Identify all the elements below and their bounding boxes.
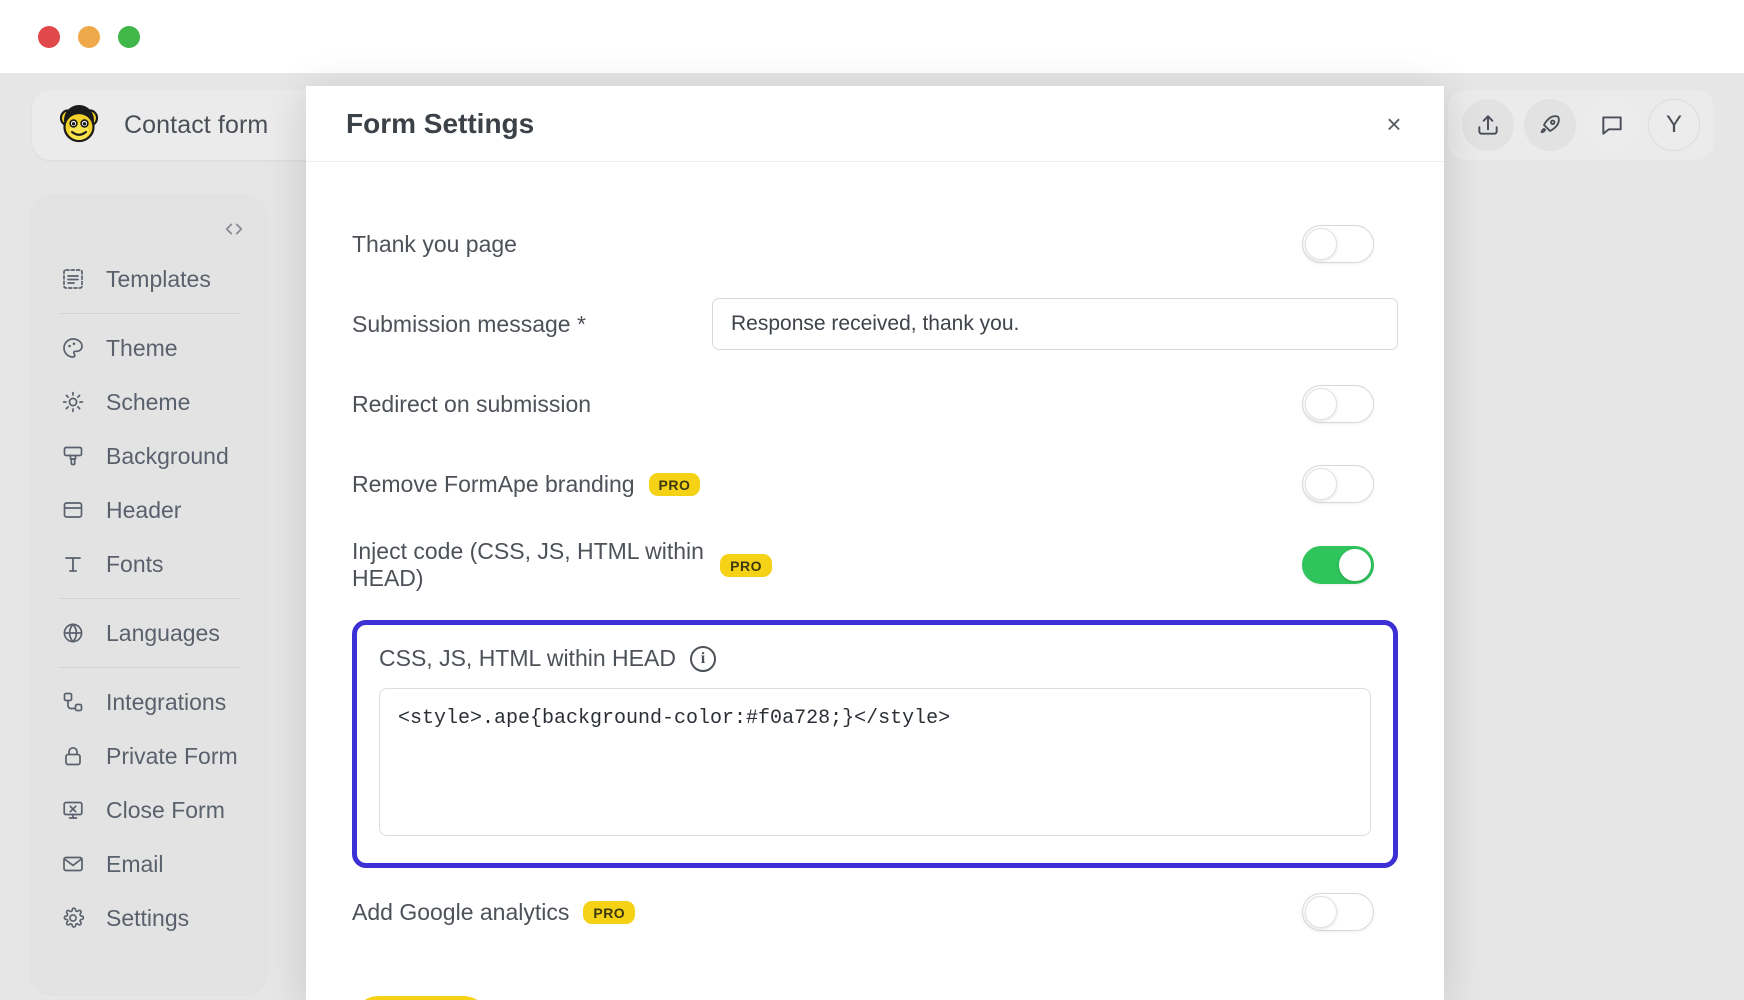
inject-code-toggle[interactable]	[1302, 546, 1374, 584]
modal-header: Form Settings ×	[306, 86, 1444, 162]
setting-label-text: Inject code (CSS, JS, HTML within HEAD)	[352, 538, 704, 591]
sidebar-item-close-form[interactable]: Close Form	[30, 783, 267, 837]
form-title-label: Contact form	[124, 110, 269, 139]
app-window: Contact form Y Templates Theme Scheme Ba…	[0, 0, 1744, 1000]
save-button[interactable]: Save	[352, 996, 490, 1000]
globe-icon	[60, 620, 86, 646]
setting-label-text: Add Google analytics	[352, 898, 570, 925]
sidebar-item-private-form[interactable]: Private Form	[30, 729, 267, 783]
code-field-label-text: CSS, JS, HTML within HEAD	[379, 645, 676, 671]
setting-label: Inject code (CSS, JS, HTML within HEAD) …	[352, 538, 772, 592]
sidebar-item-label: Close Form	[106, 796, 225, 823]
info-icon[interactable]: i	[689, 645, 716, 672]
app-body: Contact form Y Templates Theme Scheme Ba…	[0, 74, 1744, 1000]
sidebar-item-languages[interactable]: Languages	[30, 606, 267, 660]
form-title-chip[interactable]: Contact form	[32, 90, 322, 160]
code-field-label: CSS, JS, HTML within HEAD i	[379, 645, 1371, 672]
share-icon[interactable]	[1462, 99, 1514, 151]
sidebar-item-label: Email	[106, 850, 164, 877]
rocket-icon[interactable]	[1524, 99, 1576, 151]
setting-row-submission-message: Submission message *	[352, 298, 1398, 350]
text-icon	[60, 551, 86, 577]
close-icon[interactable]: ×	[1378, 108, 1410, 140]
lock-icon	[60, 743, 86, 769]
envelope-icon	[60, 851, 86, 877]
comment-icon[interactable]	[1586, 99, 1638, 151]
integrations-icon	[60, 689, 86, 715]
sidebar-item-label: Languages	[106, 619, 220, 646]
zoom-window-button[interactable]	[118, 25, 140, 48]
header-icon	[60, 497, 86, 523]
toolbar-actions: Y	[1448, 90, 1714, 160]
sidebar-item-label: Settings	[106, 904, 190, 931]
window-traffic-lights	[38, 25, 140, 48]
minimize-window-button[interactable]	[78, 25, 100, 48]
google-analytics-toggle[interactable]	[1302, 893, 1374, 931]
templates-icon	[60, 266, 86, 292]
setting-label-text: Remove FormApe branding	[352, 470, 635, 497]
setting-label: Redirect on submission	[352, 390, 592, 417]
sidebar-item-templates[interactable]: Templates	[30, 252, 267, 306]
setting-label: Add Google analytics PRO	[352, 899, 772, 926]
redirect-on-submission-toggle[interactable]	[1302, 385, 1374, 423]
form-settings-modal: Form Settings × Thank you page Submissio…	[306, 86, 1444, 1000]
page-title: Form Settings	[346, 107, 535, 139]
thank-you-page-toggle[interactable]	[1302, 225, 1374, 263]
pro-badge: PRO	[720, 553, 772, 577]
window-titlebar	[0, 0, 1744, 74]
sidebar-item-label: Fonts	[106, 550, 164, 577]
sidebar-item-theme[interactable]: Theme	[30, 321, 267, 375]
sun-icon	[60, 389, 86, 415]
user-avatar[interactable]: Y	[1648, 99, 1700, 151]
sidebar-item-integrations[interactable]: Integrations	[30, 675, 267, 729]
setting-row-google-analytics: Add Google analytics PRO	[352, 886, 1398, 938]
sidebar-item-label: Theme	[106, 334, 178, 361]
pro-badge: PRO	[583, 900, 636, 924]
palette-icon	[60, 335, 86, 361]
gear-icon	[60, 905, 86, 931]
sidebar-item-fonts[interactable]: Fonts	[30, 537, 267, 591]
setting-row-remove-branding: Remove FormApe branding PRO	[352, 458, 1398, 510]
remove-branding-toggle[interactable]	[1302, 465, 1374, 503]
sidebar-divider	[60, 313, 241, 314]
brush-icon	[60, 443, 86, 469]
sidebar-item-settings[interactable]: Settings	[30, 891, 267, 945]
code-injection-textarea[interactable]	[379, 688, 1371, 836]
sidebar-item-background[interactable]: Background	[30, 429, 267, 483]
sidebar-divider	[60, 598, 241, 599]
code-view-icon[interactable]	[30, 206, 267, 252]
sidebar-item-label: Header	[106, 496, 182, 523]
pro-badge: PRO	[648, 472, 701, 496]
sidebar-item-label: Private Form	[106, 742, 238, 769]
sidebar-divider	[60, 667, 241, 668]
code-injection-highlight: CSS, JS, HTML within HEAD i	[352, 620, 1398, 868]
modal-body: Thank you page Submission message * Redi…	[306, 162, 1444, 1000]
close-window-button[interactable]	[38, 25, 60, 48]
setting-label: Thank you page	[352, 230, 517, 257]
sidebar: Templates Theme Scheme Background Header…	[30, 194, 267, 994]
sidebar-item-label: Templates	[106, 265, 211, 292]
setting-row-inject-code: Inject code (CSS, JS, HTML within HEAD) …	[352, 538, 1398, 592]
sidebar-item-email[interactable]: Email	[30, 837, 267, 891]
setting-row-thank-you-page: Thank you page	[352, 218, 1398, 270]
setting-label: Remove FormApe branding PRO	[352, 471, 772, 498]
formape-monkey-logo	[58, 104, 100, 146]
sidebar-item-label: Integrations	[106, 688, 227, 715]
sidebar-item-label: Background	[106, 442, 229, 469]
sidebar-item-scheme[interactable]: Scheme	[30, 375, 267, 429]
close-form-icon	[60, 797, 86, 823]
sidebar-nav: Templates Theme Scheme Background Header…	[30, 252, 267, 945]
sidebar-item-header[interactable]: Header	[30, 483, 267, 537]
setting-row-redirect-on-submission: Redirect on submission	[352, 378, 1398, 430]
setting-label: Submission message *	[352, 310, 586, 337]
submission-message-input[interactable]	[712, 298, 1398, 350]
sidebar-item-label: Scheme	[106, 388, 191, 415]
